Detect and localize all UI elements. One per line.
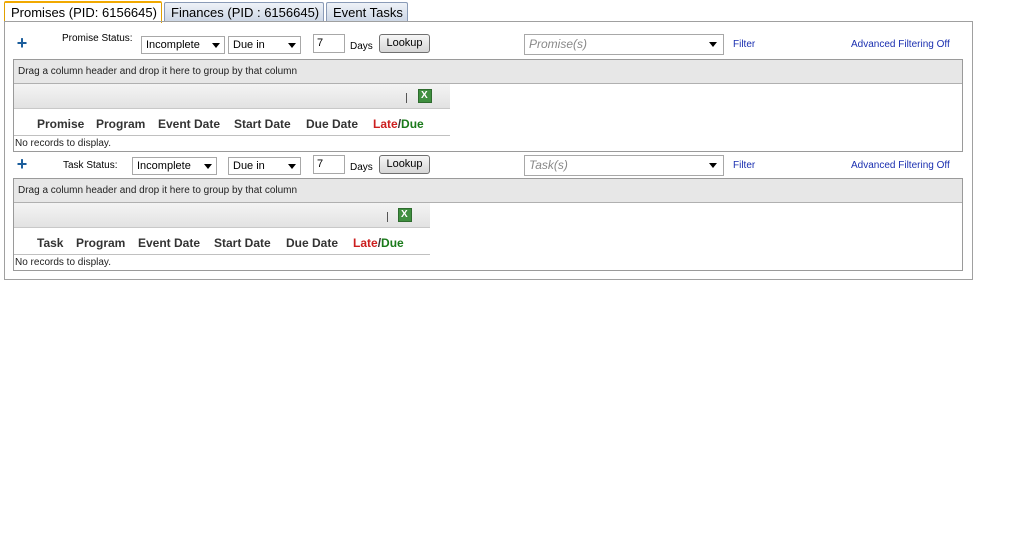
task-grid: Drag a column header and drop it here to… xyxy=(13,178,963,271)
column-header-due-date[interactable]: Due Date xyxy=(306,117,358,131)
task-combo[interactable]: Task(s) xyxy=(524,155,724,176)
due-label: Due xyxy=(381,236,404,250)
late-label: Late xyxy=(373,117,398,131)
column-header-due-date[interactable]: Due Date xyxy=(286,236,338,250)
task-days-input[interactable]: 7 xyxy=(313,155,345,174)
chevron-down-icon xyxy=(204,164,212,169)
column-header-start-date[interactable]: Start Date xyxy=(214,236,271,250)
chevron-down-icon xyxy=(709,42,717,47)
promise-status-select[interactable]: Incomplete xyxy=(141,36,225,54)
task-status-value: Incomplete xyxy=(137,160,191,172)
column-header-start-date[interactable]: Start Date xyxy=(234,117,291,131)
promise-due-value: Due in xyxy=(233,39,265,51)
chevron-down-icon xyxy=(212,43,220,48)
promise-status-value: Incomplete xyxy=(146,39,200,51)
excel-x-glyph: X xyxy=(421,90,428,101)
task-days-label: Days xyxy=(350,162,373,173)
promise-column-headers: Promise Program Event Date Start Date Du… xyxy=(14,109,450,136)
task-status-select[interactable]: Incomplete xyxy=(132,157,217,175)
column-header-late-due[interactable]: Late/Due xyxy=(353,236,404,250)
chevron-down-icon xyxy=(288,164,296,169)
task-status-label: Task Status: xyxy=(63,160,118,171)
promise-combo[interactable]: Promise(s) xyxy=(524,34,724,55)
promise-status-label: Promise Status: xyxy=(62,33,133,44)
tab-event-tasks[interactable]: Event Tasks xyxy=(326,2,408,21)
task-grid-toolbar: X xyxy=(14,203,430,228)
task-lookup-button[interactable]: Lookup xyxy=(379,155,430,174)
late-label: Late xyxy=(353,236,378,250)
promise-due-select[interactable]: Due in xyxy=(228,36,301,54)
task-due-select[interactable]: Due in xyxy=(228,157,301,175)
promise-group-panel[interactable]: Drag a column header and drop it here to… xyxy=(14,60,962,84)
excel-export-icon[interactable]: X xyxy=(398,208,412,222)
add-task-plus-icon[interactable]: + xyxy=(12,155,32,175)
column-header-late-due[interactable]: Late/Due xyxy=(373,117,424,131)
tab-finances[interactable]: Finances (PID : 6156645) xyxy=(164,2,324,21)
column-header-event-date[interactable]: Event Date xyxy=(138,236,200,250)
promise-grid: Drag a column header and drop it here to… xyxy=(13,59,963,152)
toolbar-separator xyxy=(387,212,388,222)
column-header-task[interactable]: Task xyxy=(37,236,63,250)
task-due-value: Due in xyxy=(233,160,265,172)
chevron-down-icon xyxy=(709,163,717,168)
excel-x-glyph: X xyxy=(401,209,408,220)
promise-no-records: No records to display. xyxy=(15,138,111,149)
task-filter-link[interactable]: Filter xyxy=(733,160,755,171)
chevron-down-icon xyxy=(288,43,296,48)
add-promise-plus-icon[interactable]: + xyxy=(12,34,32,54)
column-header-promise[interactable]: Promise xyxy=(37,117,84,131)
toolbar-separator xyxy=(406,93,407,103)
promise-days-input[interactable]: 7 xyxy=(313,34,345,53)
column-header-program[interactable]: Program xyxy=(76,236,125,250)
task-advanced-filter-link[interactable]: Advanced Filtering Off xyxy=(851,160,950,171)
promise-grid-toolbar: X xyxy=(14,84,450,109)
promise-lookup-button[interactable]: Lookup xyxy=(379,34,430,53)
due-label: Due xyxy=(401,117,424,131)
column-header-program[interactable]: Program xyxy=(96,117,145,131)
tab-content-panel: + Promise Status: Incomplete Due in 7 Da… xyxy=(4,21,973,280)
promise-advanced-filter-link[interactable]: Advanced Filtering Off xyxy=(851,39,950,50)
task-no-records: No records to display. xyxy=(15,257,111,268)
excel-export-icon[interactable]: X xyxy=(418,89,432,103)
promise-combo-placeholder: Promise(s) xyxy=(529,37,588,51)
task-group-panel[interactable]: Drag a column header and drop it here to… xyxy=(14,179,962,203)
task-combo-placeholder: Task(s) xyxy=(529,158,568,172)
tab-promises[interactable]: Promises (PID: 6156645) xyxy=(4,1,162,23)
promise-filter-link[interactable]: Filter xyxy=(733,39,755,50)
task-column-headers: Task Program Event Date Start Date Due D… xyxy=(14,228,430,255)
column-header-event-date[interactable]: Event Date xyxy=(158,117,220,131)
promise-days-label: Days xyxy=(350,41,373,52)
